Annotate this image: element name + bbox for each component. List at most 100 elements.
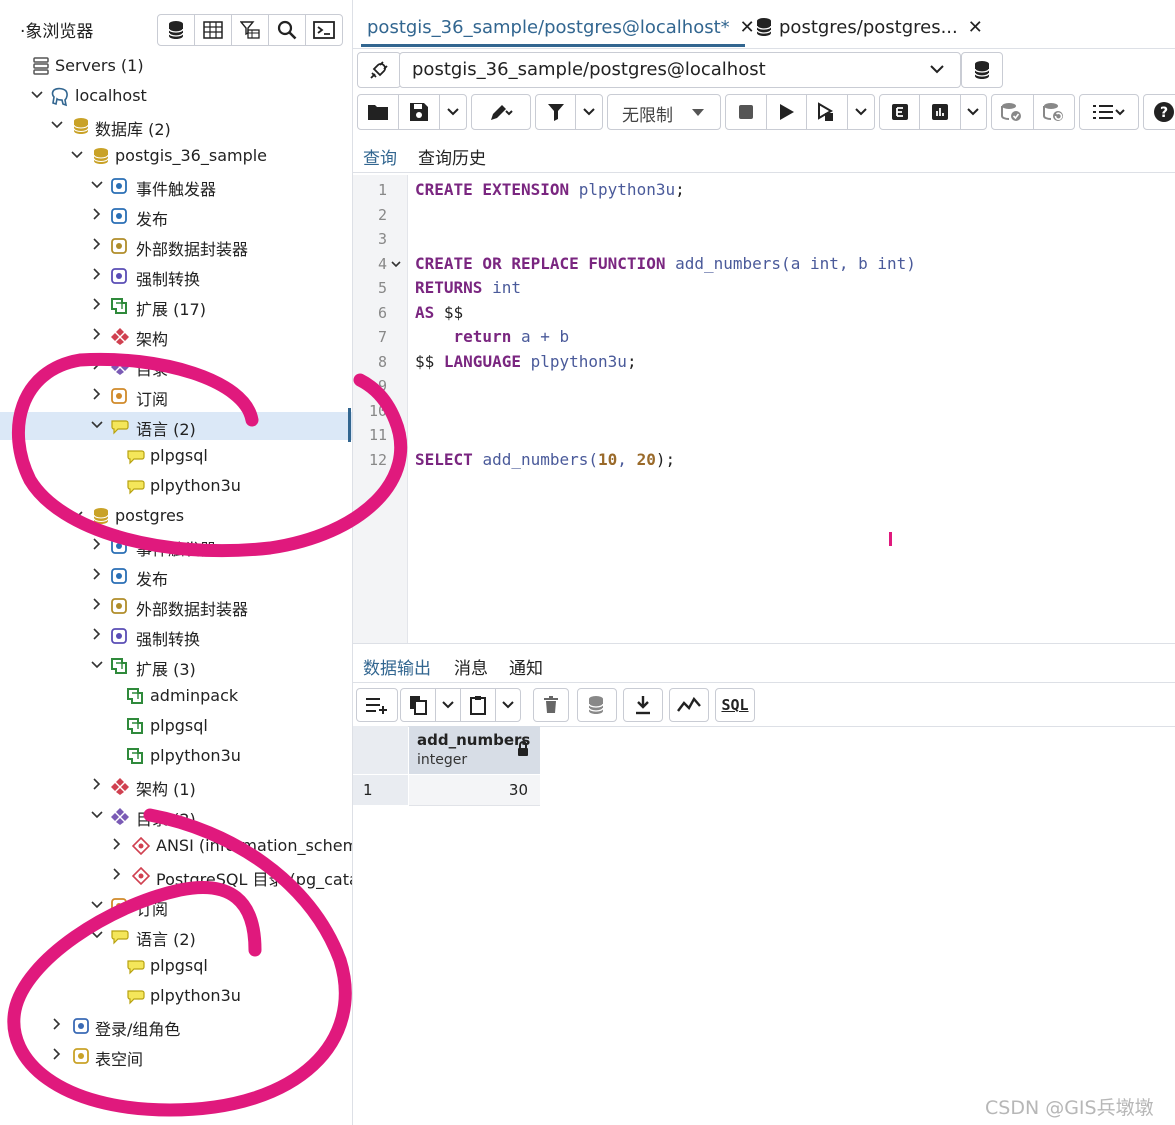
chevron-right-icon[interactable] <box>90 298 104 314</box>
execute-button[interactable] <box>767 95 808 129</box>
grid-cell[interactable]: 30 <box>409 775 540 806</box>
copy-options-dropdown[interactable] <box>436 689 461 721</box>
chevron-right-icon[interactable] <box>90 268 104 284</box>
save-data-button[interactable] <box>578 689 616 721</box>
execute-script-button[interactable] <box>807 95 849 129</box>
grid-corner-cell[interactable] <box>353 726 408 774</box>
chevron-down-icon[interactable] <box>90 808 104 824</box>
tree-node[interactable]: 强制转换 <box>0 262 352 290</box>
delete-row-button[interactable] <box>534 689 568 721</box>
tree-node[interactable]: postgis_36_sample <box>0 142 352 170</box>
tree-node[interactable]: 发布 <box>0 202 352 230</box>
table-grid-icon[interactable] <box>195 15 232 45</box>
commit-button[interactable] <box>992 95 1034 129</box>
tab-query[interactable]: 查询 <box>363 144 397 169</box>
chevron-down-icon[interactable] <box>90 418 104 434</box>
db-stack-icon[interactable] <box>158 15 195 45</box>
chevron-right-icon[interactable] <box>110 838 124 854</box>
tab-query-postgres[interactable]: postgres/postgres... ✕ <box>755 10 983 44</box>
chevron-right-icon[interactable] <box>90 628 104 644</box>
psql-terminal-icon[interactable] <box>306 15 342 45</box>
explain-options-dropdown[interactable] <box>961 95 987 129</box>
save-file-button[interactable] <box>399 95 440 129</box>
tree-node[interactable]: 语言 (2) <box>0 922 352 950</box>
tree-node[interactable]: plpgsql <box>0 442 352 470</box>
tree-node[interactable]: ANSI (information_schema) <box>0 832 352 860</box>
chevron-right-icon[interactable] <box>90 778 104 794</box>
tree-node[interactable]: adminpack <box>0 682 352 710</box>
tree-node[interactable]: plpgsql <box>0 712 352 740</box>
chevron-right-icon[interactable] <box>90 238 104 254</box>
tree-node[interactable]: 强制转换 <box>0 622 352 650</box>
graph-visualiser-button[interactable] <box>670 689 708 721</box>
execute-options-dropdown[interactable] <box>848 95 874 129</box>
tree-node[interactable]: 架构 (1) <box>0 772 352 800</box>
tree-node[interactable]: 发布 <box>0 562 352 590</box>
close-icon[interactable]: ✕ <box>740 17 755 38</box>
help-button[interactable]: ? <box>1144 95 1175 129</box>
tree-node[interactable]: 订阅 <box>0 382 352 410</box>
tab-query-history[interactable]: 查询历史 <box>418 144 486 169</box>
chevron-right-icon[interactable] <box>90 208 104 224</box>
chevron-down-icon[interactable] <box>90 658 104 674</box>
tree-node[interactable]: localhost <box>0 82 352 110</box>
chevron-right-icon[interactable] <box>90 358 104 374</box>
chevron-down-icon[interactable] <box>50 118 64 134</box>
chevron-down-icon[interactable] <box>70 148 84 164</box>
chevron-down-icon[interactable] <box>70 508 84 524</box>
tree-node[interactable]: 外部数据封装器 <box>0 232 352 260</box>
tab-notifications[interactable]: 通知 <box>509 654 543 679</box>
tab-query-postgis[interactable]: postgis_36_sample/postgres@localhost* ✕ <box>361 10 755 47</box>
tree-node[interactable]: plpython3u <box>0 982 352 1010</box>
connection-select[interactable]: postgis_36_sample/postgres@localhost <box>399 52 961 88</box>
rollback-button[interactable] <box>1034 95 1075 129</box>
chevron-right-icon[interactable] <box>90 538 104 554</box>
close-icon[interactable]: ✕ <box>968 17 983 38</box>
tree-node[interactable]: 目录 <box>0 352 352 380</box>
tree-node[interactable]: plpgsql <box>0 952 352 980</box>
tree-node[interactable]: 事件触发器 <box>0 532 352 560</box>
tree-node[interactable]: plpython3u <box>0 472 352 500</box>
chevron-right-icon[interactable] <box>50 1048 64 1064</box>
tree-node[interactable]: 扩展 (3) <box>0 652 352 680</box>
edit-menu-button[interactable] <box>472 95 530 129</box>
paste-button[interactable] <box>461 689 496 721</box>
tree-node[interactable]: plpython3u <box>0 742 352 770</box>
explain-analyze-button[interactable] <box>920 95 961 129</box>
tree-node[interactable]: PostgreSQL 目录 (pg_catalog) <box>0 862 352 890</box>
filter-button[interactable] <box>536 95 577 129</box>
tree-node[interactable]: 架构 <box>0 322 352 350</box>
tree-node[interactable]: postgres <box>0 502 352 530</box>
tree-node[interactable]: 数据库 (2) <box>0 112 352 140</box>
tree-node[interactable]: 目录 (2) <box>0 802 352 830</box>
grid-row-number[interactable]: 1 <box>353 775 408 805</box>
row-limit-select[interactable]: 无限制 <box>607 94 721 130</box>
filter-options-dropdown[interactable] <box>576 95 602 129</box>
download-button[interactable] <box>624 689 662 721</box>
tree-node[interactable]: 表空间 <box>0 1042 352 1070</box>
paste-options-dropdown[interactable] <box>496 689 520 721</box>
table-filter-icon[interactable] <box>232 15 269 45</box>
chevron-right-icon[interactable] <box>90 568 104 584</box>
save-options-dropdown[interactable] <box>440 95 466 129</box>
chevron-down-icon[interactable] <box>90 898 104 914</box>
copy-button[interactable] <box>401 689 436 721</box>
tab-data-output[interactable]: 数据输出 <box>363 654 431 679</box>
tab-messages[interactable]: 消息 <box>454 654 488 679</box>
chevron-right-icon[interactable] <box>90 388 104 404</box>
chevron-right-icon[interactable] <box>50 1018 64 1034</box>
new-connection-button[interactable] <box>961 52 1003 88</box>
sql-button[interactable]: SQL <box>716 689 754 721</box>
tree-node[interactable]: 订阅 <box>0 892 352 920</box>
tree-node[interactable]: Servers (1) <box>0 52 352 80</box>
chevron-right-icon[interactable] <box>90 328 104 344</box>
chevron-right-icon[interactable] <box>90 598 104 614</box>
stop-button[interactable] <box>726 95 767 129</box>
chevron-right-icon[interactable] <box>110 868 124 884</box>
tree-node[interactable]: 登录/组角色 <box>0 1012 352 1040</box>
open-file-button[interactable] <box>358 95 399 129</box>
add-row-button[interactable] <box>357 689 397 721</box>
chevron-down-icon[interactable] <box>90 928 104 944</box>
search-icon[interactable] <box>269 15 306 45</box>
tree-node[interactable]: 扩展 (17) <box>0 292 352 320</box>
